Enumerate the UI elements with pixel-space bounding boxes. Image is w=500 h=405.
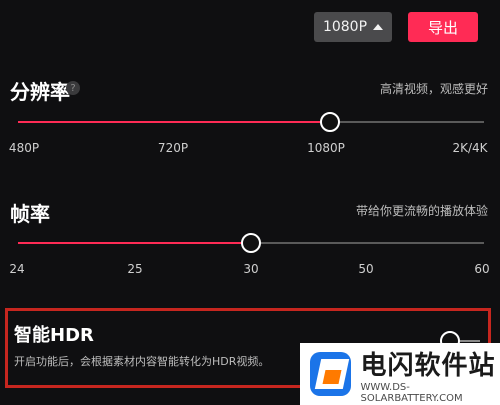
smart-hdr-description: 开启功能后，会根据素材内容智能转化为HDR视频。 <box>14 355 270 368</box>
resolution-tick-480p[interactable]: 480P <box>9 141 39 155</box>
resolution-dropdown-button[interactable]: 1080P <box>314 12 392 42</box>
resolution-hint: 高清视频，观感更好 <box>379 82 488 96</box>
watermark-logo <box>310 352 351 396</box>
top-toolbar: 1080P 导出 <box>314 12 478 42</box>
framerate-tick-24[interactable]: 24 <box>9 262 24 276</box>
framerate-slider[interactable] <box>18 233 484 253</box>
watermark-text: 电闪软件站 WWW.DS-SOLARBATTERY.COM <box>361 345 500 404</box>
framerate-tick-60[interactable]: 60 <box>474 262 489 276</box>
help-icon[interactable]: ? <box>66 81 80 95</box>
resolution-slider-handle[interactable] <box>320 112 341 132</box>
resolution-tick-1080p[interactable]: 1080P <box>307 141 345 155</box>
resolution-title: 分辨率 <box>10 80 70 104</box>
resolution-slider-fill <box>18 121 331 123</box>
resolution-dropdown-label: 1080P <box>322 19 368 35</box>
framerate-tick-25[interactable]: 25 <box>127 262 142 276</box>
export-button[interactable]: 导出 <box>408 12 478 42</box>
framerate-tick-50[interactable]: 50 <box>358 262 373 276</box>
framerate-slider-handle[interactable] <box>241 233 261 253</box>
watermark-name: 电闪软件站 <box>360 350 496 381</box>
framerate-hint: 带给你更流畅的播放体验 <box>355 204 488 218</box>
resolution-tick-2k4k[interactable]: 2K/4K <box>452 141 487 155</box>
caret-up-icon <box>373 23 384 30</box>
framerate-title: 帧率 <box>10 202 50 226</box>
export-button-label: 导出 <box>427 18 458 37</box>
framerate-tick-30[interactable]: 30 <box>243 262 258 276</box>
resolution-slider[interactable] <box>18 112 484 132</box>
watermark-url: WWW.DS-SOLARBATTERY.COM <box>360 381 463 404</box>
site-watermark: 电闪软件站 WWW.DS-SOLARBATTERY.COM <box>300 343 500 405</box>
smart-hdr-title: 智能HDR <box>14 325 94 346</box>
resolution-tick-720p[interactable]: 720P <box>158 141 188 155</box>
framerate-slider-fill <box>18 242 251 244</box>
